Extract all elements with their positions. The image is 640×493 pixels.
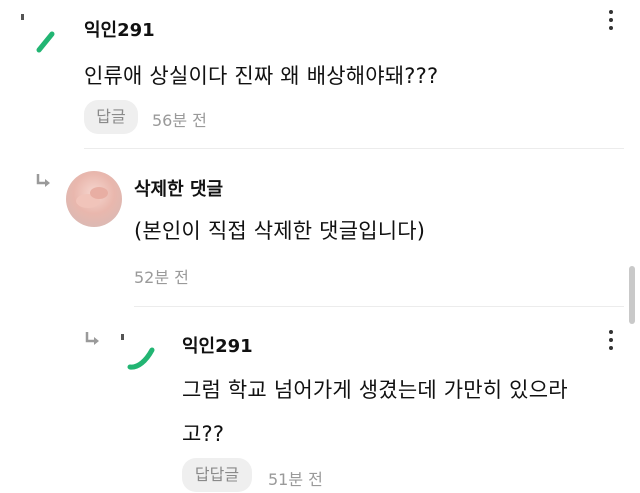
comment-username: 삭제한 댓글 (134, 179, 224, 200)
reply-button[interactable]: 답글 (84, 100, 138, 134)
comment-username: 익인291 (84, 20, 155, 41)
avatar (66, 171, 122, 227)
comment-time: 51분 전 (268, 470, 323, 489)
reply-arrow-icon (85, 332, 99, 345)
comment-text-line-2: 고?? (182, 422, 225, 446)
comment-text: (본인이 직접 삭제한 댓글입니다) (134, 219, 426, 243)
avatar-mark-icon (21, 14, 55, 53)
more-vertical-icon[interactable] (601, 330, 621, 354)
comment-time: 56분 전 (152, 111, 207, 130)
avatar-mark-icon (121, 334, 155, 370)
reply-arrow-icon (36, 174, 50, 187)
comment-3: 익인291 그럼 학교 넘어가게 생겼는데 가만히 있으라 고?? 답답글 51… (0, 308, 640, 493)
more-vertical-icon[interactable] (601, 10, 621, 34)
comment-1: 익인291 인류애 상실이다 진짜 왜 배상해야돼??? 답글 56분 전 (0, 0, 640, 150)
comment-text: 인류애 상실이다 진짜 왜 배상해야돼??? (84, 64, 439, 88)
comment-time: 52분 전 (134, 268, 189, 287)
divider (84, 148, 624, 149)
scrollbar-thumb[interactable] (629, 266, 635, 324)
comment-username: 익인291 (182, 336, 253, 357)
comment-2: 삭제한 댓글 (본인이 직접 삭제한 댓글입니다) 52분 전 (0, 150, 640, 306)
reply-button[interactable]: 답답글 (182, 458, 252, 492)
divider (134, 306, 624, 307)
comment-text-line-1: 그럼 학교 넘어가게 생겼는데 가만히 있으라 (182, 378, 568, 402)
